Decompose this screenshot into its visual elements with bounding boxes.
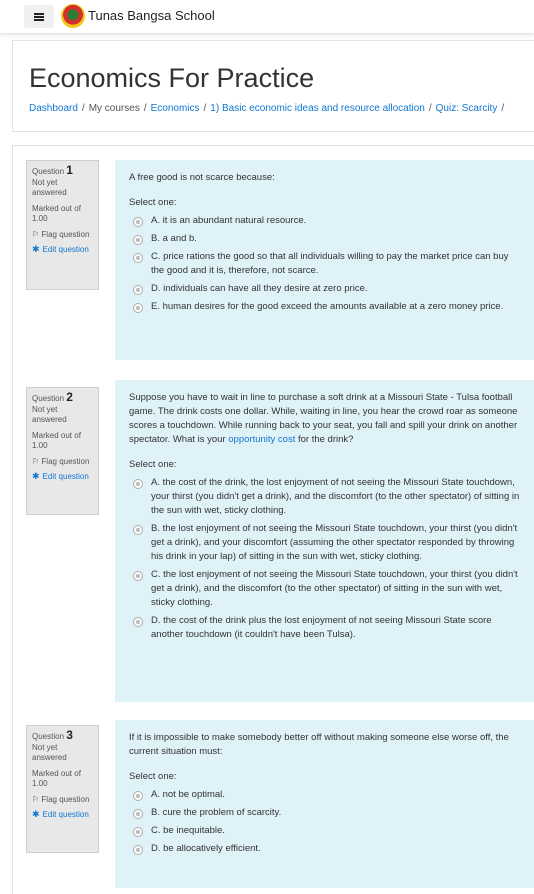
answer-option[interactable]: D. individuals can have all they desire … xyxy=(129,282,521,296)
question-status: Not yet answered xyxy=(32,178,67,197)
question-3-info: Question 3 Not yet answered Marked out o… xyxy=(26,725,99,853)
question-1-content: A free good is not scarce because: Selec… xyxy=(115,160,534,360)
opportunity-cost-link[interactable]: opportunity cost xyxy=(228,434,295,445)
answer-option[interactable]: C. the lost enjoyment of not seeing the … xyxy=(129,568,521,610)
top-navbar: Tunas Bangsa School xyxy=(0,0,534,34)
flag-icon: ⚐ xyxy=(32,230,40,239)
hamburger-menu-button[interactable] xyxy=(24,5,54,28)
radio-button[interactable] xyxy=(133,617,143,627)
radio-button[interactable] xyxy=(133,791,143,801)
flag-question-link[interactable]: ⚐ Flag question xyxy=(32,230,93,240)
question-marks: Marked out of 1.00 xyxy=(32,204,81,223)
select-one-label: Select one: xyxy=(129,459,177,470)
hamburger-icon xyxy=(34,12,44,21)
question-3-content: If it is impossible to make somebody bet… xyxy=(115,720,534,888)
answer-option[interactable]: A. it is an abundant natural resource. xyxy=(129,214,521,228)
answer-option[interactable]: E. human desires for the good exceed the… xyxy=(129,300,521,314)
question-number: Question 1 xyxy=(32,163,73,177)
flag-icon: ⚐ xyxy=(32,457,40,466)
radio-button[interactable] xyxy=(133,479,143,489)
radio-button[interactable] xyxy=(133,809,143,819)
breadcrumb-my-courses: My courses xyxy=(88,103,140,114)
question-text: Suppose you have to wait in line to purc… xyxy=(129,392,518,445)
answer-option[interactable]: B. cure the problem of scarcity. xyxy=(129,806,521,820)
select-one-label: Select one: xyxy=(129,197,177,208)
breadcrumb-dashboard[interactable]: Dashboard xyxy=(29,103,78,114)
select-one-label: Select one: xyxy=(129,771,177,782)
radio-button[interactable] xyxy=(133,217,143,227)
radio-button[interactable] xyxy=(133,253,143,263)
radio-button[interactable] xyxy=(133,571,143,581)
answer-option[interactable]: C. be inequitable. xyxy=(129,824,521,838)
flag-question-link[interactable]: ⚐ Flag question xyxy=(32,795,93,805)
answer-option[interactable]: B. the lost enjoyment of not seeing the … xyxy=(129,522,521,564)
question-status: Not yet answered xyxy=(32,405,67,424)
question-number: Question 3 xyxy=(32,728,73,742)
gear-icon: ✱ xyxy=(32,244,40,254)
breadcrumb-economics[interactable]: Economics xyxy=(151,103,200,114)
answer-option[interactable]: D. be allocatively efficient. xyxy=(129,842,521,856)
page-title: Economics For Practice xyxy=(29,63,315,93)
flag-icon: ⚐ xyxy=(32,795,40,804)
radio-button[interactable] xyxy=(133,285,143,295)
page-header: Economics For Practice Dashboard / My cour… xyxy=(12,40,534,132)
question-marks: Marked out of 1.00 xyxy=(32,769,81,788)
edit-question-link[interactable]: ✱ Edit question xyxy=(32,809,93,820)
radio-button[interactable] xyxy=(133,525,143,535)
answer-option[interactable]: B. a and b. xyxy=(129,232,521,246)
gear-icon: ✱ xyxy=(32,809,40,819)
edit-question-link[interactable]: ✱ Edit question xyxy=(32,244,93,255)
question-1-info: Question 1 Not yet answered Marked out o… xyxy=(26,160,99,290)
breadcrumb-quiz[interactable]: Quiz: Scarcity xyxy=(436,103,498,114)
question-2-content: Suppose you have to wait in line to purc… xyxy=(115,380,534,702)
radio-button[interactable] xyxy=(133,303,143,313)
answer-option[interactable]: A. not be optimal. xyxy=(129,788,521,802)
answer-option[interactable]: C. price rations the good so that all in… xyxy=(129,250,521,278)
breadcrumb-topic[interactable]: 1) Basic economic ideas and resource all… xyxy=(210,103,425,114)
radio-button[interactable] xyxy=(133,845,143,855)
question-2-info: Question 2 Not yet answered Marked out o… xyxy=(26,387,99,515)
radio-button[interactable] xyxy=(133,235,143,245)
question-text: A free good is not scarce because: xyxy=(129,172,275,183)
question-text: If it is impossible to make somebody bet… xyxy=(129,732,509,757)
edit-question-link[interactable]: ✱ Edit question xyxy=(32,471,93,482)
question-marks: Marked out of 1.00 xyxy=(32,431,81,450)
radio-button[interactable] xyxy=(133,827,143,837)
question-status: Not yet answered xyxy=(32,743,67,762)
breadcrumb: Dashboard / My courses / Economics/1) Basic … xyxy=(29,103,505,114)
flag-question-link[interactable]: ⚐ Flag question xyxy=(32,457,93,467)
site-name-link[interactable]: Tunas Bangsa School xyxy=(88,8,215,23)
gear-icon: ✱ xyxy=(32,471,40,481)
answer-option[interactable]: D. the cost of the drink plus the lost e… xyxy=(129,614,521,642)
question-number: Question 2 xyxy=(32,390,73,404)
school-logo-icon[interactable] xyxy=(61,4,85,28)
answer-option[interactable]: A. the cost of the drink, the lost enjoy… xyxy=(129,476,521,518)
